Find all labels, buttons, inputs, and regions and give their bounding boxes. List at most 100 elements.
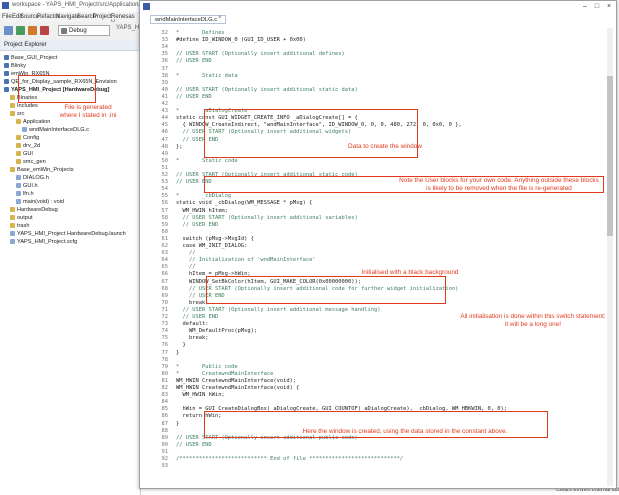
tree-item[interactable]: Includes: [10, 102, 38, 110]
code-line: // USER END: [176, 93, 212, 100]
file-icon: [16, 191, 21, 197]
annotation-init-switch: All initialisation is done within this s…: [460, 313, 606, 328]
file-icon: [10, 239, 15, 245]
tree-item-label: Includes: [17, 103, 38, 109]
folder-icon: [16, 159, 21, 165]
tree-item[interactable]: output: [10, 214, 33, 222]
new-icon[interactable]: [4, 26, 13, 35]
tree-item-label: src: [17, 111, 25, 117]
tree-item[interactable]: YAPS_HMI_Project.scfg: [10, 238, 77, 246]
code-line: static void _cbDialog(WM_MESSAGE * pMsg)…: [176, 200, 313, 207]
tree-item-label: output: [17, 215, 33, 221]
code-line: break;: [176, 299, 209, 306]
tree-item[interactable]: Blinky: [4, 62, 26, 70]
editor-app-icon: [143, 3, 150, 10]
tree-item-label: Base_emWin_Projects: [17, 167, 74, 173]
tree-item-label: drv_2d: [23, 143, 41, 149]
tree-item[interactable]: YAPS_HMI_Project HardwareDebug.launch: [10, 230, 126, 238]
line-number: 35: [161, 51, 169, 58]
file-icon: [22, 127, 27, 133]
scrollbar-thumb[interactable]: [607, 76, 613, 236]
tree-item-label: DIALOG.h: [23, 175, 49, 181]
menu-item[interactable]: Project: [93, 14, 112, 20]
menu-item[interactable]: File: [2, 14, 12, 20]
tree-item[interactable]: trash: [10, 222, 29, 230]
tree-item-label: YAPS_HMI_Project.scfg: [17, 239, 78, 245]
line-number: 68: [161, 285, 169, 292]
tree-item[interactable]: lfn.h: [16, 190, 34, 198]
code-line: // USER START (Optionally insert additio…: [176, 214, 358, 221]
tab-close-icon[interactable]: ×: [218, 15, 222, 21]
tree-item[interactable]: wndMainInterfaceDLG.c: [22, 126, 89, 134]
code-line: }: [176, 342, 186, 349]
line-number: 72: [161, 314, 169, 320]
line-number: 41: [161, 93, 169, 100]
tree-item[interactable]: DIALOG.h: [16, 174, 49, 182]
annotation-box-init: [206, 276, 446, 304]
code-line: // USER END: [176, 58, 212, 65]
line-number: 50: [161, 157, 169, 164]
line-number: 87: [161, 420, 169, 427]
line-number: 62: [161, 243, 169, 249]
folder-icon: [10, 215, 15, 221]
line-number: 83: [161, 392, 169, 399]
tree-item[interactable]: GUI: [16, 150, 33, 158]
folder-icon: [10, 223, 15, 229]
tree-item[interactable]: src: [10, 110, 24, 118]
editor-title-bar: – □ ×: [140, 1, 616, 13]
tree-item[interactable]: main(void) : void: [16, 198, 64, 206]
line-number: 44: [161, 115, 169, 122]
code-line: //: [176, 250, 196, 257]
line-number: 59: [161, 221, 169, 228]
line-number: 64: [161, 257, 169, 264]
config-select[interactable]: Debug: [58, 25, 110, 36]
line-number: 71: [161, 306, 169, 313]
code-line: // USER END: [176, 314, 219, 320]
line-number: 40: [161, 86, 169, 93]
line-number: 91: [161, 448, 169, 455]
code-line: * Static code: [176, 157, 238, 164]
line-number: 89: [161, 434, 169, 441]
tree-item[interactable]: drv_2d: [16, 142, 40, 150]
tree-item-label: lfn.h: [23, 191, 34, 197]
file-icon: [16, 183, 21, 189]
tree-item[interactable]: Application: [16, 118, 50, 126]
line-number: 80: [161, 370, 169, 377]
line-number: 39: [161, 79, 169, 86]
tree-item[interactable]: HardwareDebug: [10, 206, 58, 214]
line-number: 86: [161, 413, 169, 420]
tree-item[interactable]: Config: [16, 134, 39, 142]
line-number: 77: [161, 349, 169, 356]
build-icon[interactable]: [16, 26, 25, 35]
tree-item[interactable]: Base_emWin_Projects: [10, 166, 74, 174]
code-line: // USER START (Optionally insert additio…: [176, 86, 358, 93]
code-line: WM_HWIN CreatewndMainInterface(void) {: [176, 385, 300, 391]
close-icon[interactable]: ×: [604, 2, 614, 11]
tree-item[interactable]: smc_gen: [16, 158, 46, 166]
line-number: 75: [161, 335, 169, 342]
menu-bar: File Edit Source Refactor Navigate Search Proj…: [0, 12, 140, 26]
tree-item[interactable]: Base_GUI_Project: [4, 54, 57, 62]
line-number: 78: [161, 356, 169, 363]
line-number: 53: [161, 179, 169, 186]
minimize-icon[interactable]: –: [580, 2, 590, 11]
tree-item[interactable]: GUI.h: [16, 182, 38, 190]
line-number: 66: [161, 271, 169, 278]
code-line: // USER START (Optionally insert additio…: [176, 51, 345, 58]
code-line: }: [176, 349, 180, 356]
line-number: 56: [161, 200, 169, 207]
tab-wndmaininterface[interactable]: wndMainInterfaceDLG.c: [150, 15, 226, 24]
folder-icon: [16, 135, 21, 141]
code-line: * Defines: [176, 30, 225, 36]
folder-icon: [4, 87, 9, 93]
line-number: 90: [161, 441, 169, 448]
run-icon[interactable]: [40, 26, 49, 35]
debug-icon[interactable]: [28, 26, 37, 35]
annotation-bkcolor: Initialised with a black background: [361, 269, 459, 276]
folder-icon: [16, 151, 21, 157]
code-line: };: [176, 143, 183, 150]
line-number: 88: [161, 427, 169, 434]
maximize-icon[interactable]: □: [592, 2, 602, 11]
file-icon: [16, 175, 21, 181]
line-number: 93: [161, 463, 169, 470]
